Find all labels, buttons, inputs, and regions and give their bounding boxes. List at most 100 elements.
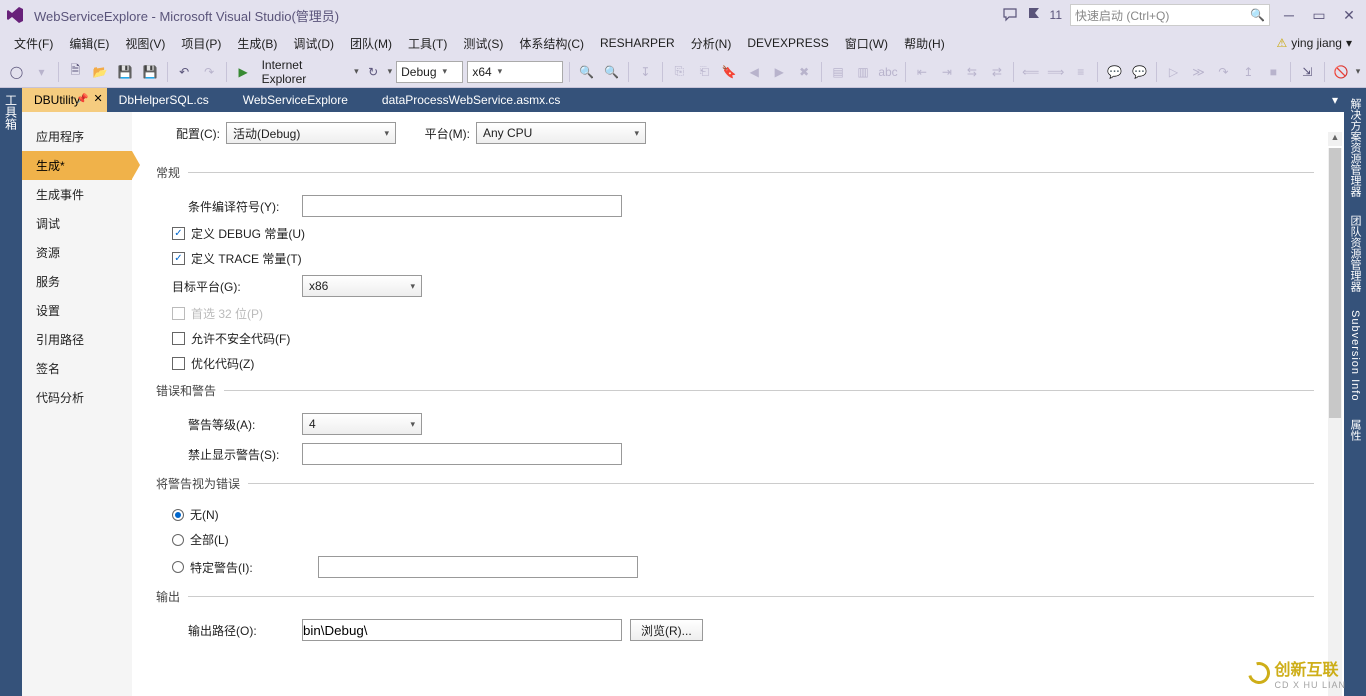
vertical-scrollbar[interactable] [1328, 148, 1342, 696]
close-button[interactable]: ✕ [1338, 7, 1360, 24]
menu-devexpress[interactable]: DEVEXPRESS [739, 33, 836, 53]
menu-analyze[interactable]: 分析(N) [683, 32, 740, 55]
menu-tools[interactable]: 工具(T) [400, 32, 455, 55]
menu-help[interactable]: 帮助(H) [896, 32, 953, 55]
menu-debug[interactable]: 调试(D) [285, 32, 342, 55]
target-platform-combo[interactable]: x86▾ [302, 275, 422, 297]
solution-config-combo[interactable]: Debug▾ [396, 61, 463, 83]
indent-button: ▤ [828, 61, 849, 83]
nav-build[interactable]: 生成* [22, 151, 132, 180]
uncomment-button: ⎗ [694, 61, 715, 83]
quick-launch-input[interactable]: 快速启动 (Ctrl+Q) 🔍 [1070, 4, 1270, 26]
nav-application[interactable]: 应用程序 [22, 122, 132, 151]
feedback-icon[interactable] [1002, 7, 1018, 23]
toolbox-panel-tab[interactable]: 工具箱 [0, 88, 22, 696]
menu-build[interactable]: 生成(B) [229, 32, 285, 55]
trace-const-checkbox[interactable] [172, 252, 185, 265]
scroll-up-button[interactable]: ▲ [1328, 132, 1342, 146]
solution-platform-combo[interactable]: x64▾ [467, 61, 563, 83]
close-icon[interactable]: ✕ [93, 92, 102, 105]
menu-window[interactable]: 窗口(W) [837, 32, 896, 55]
notification-count[interactable]: 11 [1050, 8, 1062, 22]
allow-unsafe-label: 允许不安全代码(F) [191, 330, 290, 347]
play2-button: ▷ [1163, 61, 1184, 83]
config-combo[interactable]: 活动(Debug)▾ [226, 122, 396, 144]
nav-resources[interactable]: 资源 [22, 238, 132, 267]
minimize-button[interactable]: ─ [1278, 7, 1300, 23]
nav-reference-paths[interactable]: 引用路径 [22, 325, 132, 354]
output-path-input[interactable] [302, 619, 622, 641]
nav-signing[interactable]: 签名 [22, 354, 132, 383]
open-file-button[interactable]: 📂 [90, 61, 111, 83]
output-path-label: 输出路径(O): [172, 622, 302, 639]
tab-webserviceexplore[interactable]: WebServiceExplore [231, 88, 370, 112]
scrollbar-thumb[interactable] [1329, 148, 1341, 418]
find-button[interactable]: 🔍 [576, 61, 597, 83]
debug-const-label: 定义 DEBUG 常量(U) [191, 225, 305, 242]
debug-const-checkbox[interactable] [172, 227, 185, 240]
nav-services[interactable]: 服务 [22, 267, 132, 296]
solution-explorer-tab[interactable]: 解决方案资源管理器 [1347, 94, 1363, 201]
decrease-indent-button: ⇤ [911, 61, 932, 83]
optimize-code-checkbox[interactable] [172, 357, 185, 370]
platform-combo[interactable]: Any CPU▾ [476, 122, 646, 144]
refresh-button[interactable]: ↻ [363, 61, 384, 83]
nav-debug[interactable]: 调试 [22, 209, 132, 238]
no-entry-icon[interactable]: 🚫 [1331, 61, 1352, 83]
menu-view[interactable]: 视图(V) [117, 32, 173, 55]
specific-warnings-input[interactable] [318, 556, 638, 578]
nav-code-analysis[interactable]: 代码分析 [22, 383, 132, 412]
tab-dbhelpersql[interactable]: DbHelperSQL.cs [107, 88, 231, 112]
browse-button[interactable]: 浏览(R)... [630, 619, 703, 641]
nav-back-button[interactable]: ◯ [6, 61, 27, 83]
tab-label: DbHelperSQL.cs [119, 93, 209, 107]
chevron-down-icon[interactable]: ▾ [354, 66, 359, 77]
menu-architecture[interactable]: 体系结构(C) [511, 32, 592, 55]
signed-in-user[interactable]: ⚠ ying jiang ▾ [1269, 36, 1361, 50]
subversion-info-tab[interactable]: Subversion Info [1349, 306, 1361, 405]
new-project-button[interactable]: 🗎 [65, 61, 86, 83]
browser-selector[interactable]: Internet Explorer [258, 58, 351, 86]
chevron-down-icon: ▾ [498, 66, 503, 77]
radio-all[interactable] [172, 534, 184, 546]
find-in-files-button[interactable]: 🔍 [601, 61, 622, 83]
warning-level-combo[interactable]: 4▾ [302, 413, 422, 435]
tab-dbutility[interactable]: DBUtility* 📌 ✕ [22, 88, 107, 112]
separator [58, 62, 59, 82]
section-output: 输出 [156, 588, 1314, 605]
section-general: 常规 [156, 164, 1314, 181]
save-button[interactable]: 💾 [115, 61, 136, 83]
section-label: 将警告视为错误 [156, 475, 240, 492]
chevron-down-icon[interactable]: ▾ [1356, 66, 1361, 77]
nav-settings[interactable]: 设置 [22, 296, 132, 325]
menu-team[interactable]: 团队(M) [342, 32, 400, 55]
radio-none[interactable] [172, 509, 184, 521]
chevron-down-icon: ▾ [443, 66, 448, 77]
tab-overflow-button[interactable]: ▾ [1326, 88, 1344, 112]
start-debug-button[interactable]: ▶ [233, 61, 254, 83]
properties-tab[interactable]: 属性 [1347, 415, 1363, 445]
prefer-32bit-checkbox [172, 307, 185, 320]
clear-bookmarks-button: ✖ [794, 61, 815, 83]
flag-icon[interactable] [1026, 7, 1042, 23]
radio-specific[interactable] [172, 561, 184, 573]
team-explorer-tab[interactable]: 团队资源管理器 [1347, 211, 1363, 296]
chevron-down-icon[interactable]: ▾ [388, 66, 393, 77]
extension-button[interactable]: ⇲ [1297, 61, 1318, 83]
restore-button[interactable]: ▭ [1308, 7, 1330, 24]
menu-edit[interactable]: 编辑(E) [61, 32, 117, 55]
conditional-symbols-input[interactable] [302, 195, 622, 217]
nav-build-events[interactable]: 生成事件 [22, 180, 132, 209]
menu-resharper[interactable]: RESHARPER [592, 33, 683, 53]
undo-button[interactable]: ↶ [174, 61, 195, 83]
config-label: 配置(C): [156, 125, 226, 142]
suppress-warnings-input[interactable] [302, 443, 622, 465]
allow-unsafe-checkbox[interactable] [172, 332, 185, 345]
menu-file[interactable]: 文件(F) [6, 32, 61, 55]
pin-icon[interactable]: 📌 [76, 94, 88, 105]
menu-project[interactable]: 项目(P) [173, 32, 229, 55]
save-all-button[interactable]: 💾 [140, 61, 161, 83]
separator [821, 62, 822, 82]
menu-test[interactable]: 测试(S) [455, 32, 511, 55]
tab-dataprocess[interactable]: dataProcessWebService.asmx.cs [370, 88, 583, 112]
